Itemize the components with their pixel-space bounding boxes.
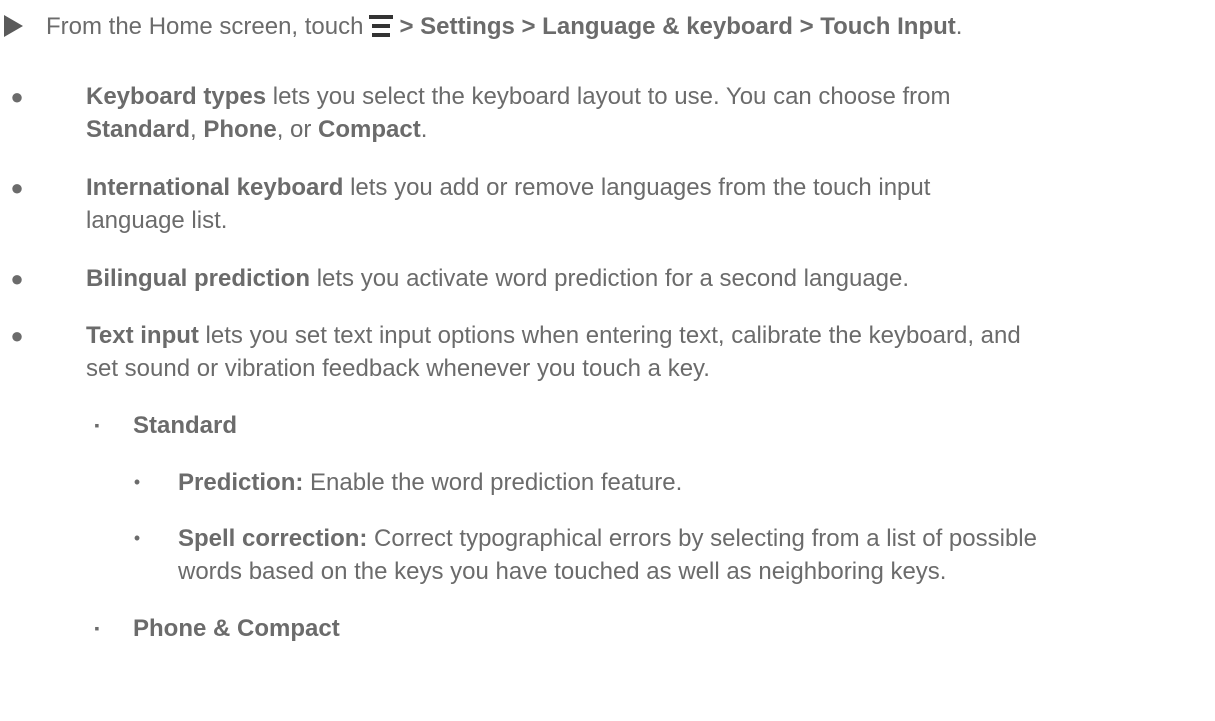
sub-item-label: Standard <box>133 409 1203 442</box>
sub-item-label: Phone & Compact <box>133 612 1203 645</box>
list-item-bilingual-prediction: ● Bilingual prediction lets you activate… <box>0 262 1215 298</box>
international-keyboard-desc: lets you add or remove languages from th… <box>350 174 931 201</box>
term-text-input: Text input <box>86 322 199 349</box>
detail-item-text: Spell correction: Correct typographical … <box>178 522 1203 588</box>
list-item-keyboard-types: ● Keyboard types lets you select the key… <box>0 80 1215 150</box>
international-keyboard-desc-2: language list. <box>86 207 228 234</box>
list-item-international-keyboard: ● International keyboard lets you add or… <box>0 171 1215 241</box>
sub-label-phone-compact: Phone & Compact <box>133 615 340 642</box>
dot-marker: • <box>133 472 141 492</box>
term-keyboard-types: Keyboard types <box>86 83 267 110</box>
option-standard: Standard <box>86 116 191 143</box>
separator: , <box>190 116 204 143</box>
detail-item-text: Prediction: Enable the word prediction f… <box>178 466 1203 499</box>
list-item-text: Text input lets you set text input optio… <box>86 319 1203 385</box>
sub-item-standard: ▪ Standard <box>0 409 1215 445</box>
bilingual-prediction-desc: lets you activate word prediction for a … <box>316 265 910 292</box>
step-end: . <box>955 13 963 40</box>
sub-label-standard: Standard <box>133 412 238 439</box>
settings-path: > Settings > Language & keyboard > Touch… <box>399 13 956 40</box>
term-spell-correction: Spell correction: <box>178 525 368 552</box>
text-input-desc: lets you set text input options when ent… <box>205 322 1021 349</box>
list-item-text: Bilingual prediction lets you activate w… <box>86 262 1203 295</box>
option-phone: Phone <box>203 116 277 143</box>
bullet-marker: ● <box>10 323 24 348</box>
term-bilingual-prediction: Bilingual prediction <box>86 265 311 292</box>
spell-correction-desc: Correct typographical errors by selectin… <box>374 525 1037 552</box>
step-prefix: From the Home screen, touch <box>46 13 364 40</box>
separator: , or <box>276 116 319 143</box>
spell-correction-desc-2: words based on the keys you have touched… <box>178 558 947 585</box>
menu-icon <box>369 13 394 37</box>
prediction-desc: Enable the word prediction feature. <box>310 469 683 496</box>
keyboard-types-desc: lets you select the keyboard layout to u… <box>272 83 951 110</box>
term-prediction: Prediction: <box>178 469 304 496</box>
bullet-marker: ● <box>10 84 24 109</box>
instruction-step: From the Home screen, touch > Settings > … <box>0 10 1215 50</box>
sub-item-phone-compact: ▪ Phone & Compact <box>0 612 1215 648</box>
list-item-text-input: ● Text input lets you set text input opt… <box>0 319 1215 389</box>
play-triangle-icon <box>0 10 30 43</box>
bullet-marker: ● <box>10 266 24 291</box>
option-compact: Compact <box>318 116 421 143</box>
list-item-text: Keyboard types lets you select the keybo… <box>86 80 1203 146</box>
detail-item-prediction: • Prediction: Enable the word prediction… <box>0 466 1215 502</box>
square-marker: ▪ <box>94 620 100 636</box>
dot-marker: • <box>133 528 141 548</box>
bullet-marker: ● <box>10 175 24 200</box>
list-item-text: International keyboard lets you add or r… <box>86 171 1203 237</box>
period: . <box>420 116 428 143</box>
text-input-desc-2: set sound or vibration feedback whenever… <box>86 355 710 382</box>
term-international-keyboard: International keyboard <box>86 174 344 201</box>
step-text: From the Home screen, touch > Settings > … <box>46 10 1203 43</box>
square-marker: ▪ <box>94 417 100 433</box>
detail-item-spell-correction: • Spell correction: Correct typographica… <box>0 522 1215 592</box>
